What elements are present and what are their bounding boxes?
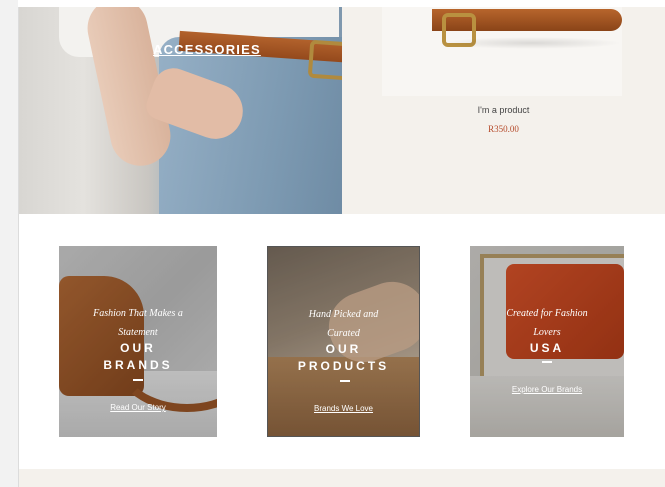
product-name[interactable]: I'm a product [342,105,665,115]
explore-our-brands-link[interactable]: Explore Our Brands [470,385,624,394]
tile-divider [133,379,143,381]
product-image[interactable] [382,7,622,96]
accessories-banner[interactable]: ACCESSORIES [19,7,342,214]
tile-heading: OUR [325,342,362,356]
accessories-link[interactable]: ACCESSORIES [153,42,261,57]
tile-heading: BRANDS [103,358,173,372]
tile-tagline: Created for Fashion [506,308,588,319]
left-gutter [0,0,19,487]
product-price: R350.00 [488,124,519,134]
tile-heading: PRODUCTS [297,359,390,373]
tile-divider [542,361,552,363]
tile-heading: USA [529,341,565,355]
tile-tagline: Fashion That Makes a [93,308,183,319]
brands-we-love-link[interactable]: Brands We Love [268,404,419,413]
product-card[interactable]: I'm a product R350.00 [342,7,665,214]
our-brands-tile[interactable]: Fashion That Makes a Statement OUR BRAND… [59,246,217,437]
tile-heading: OUR [120,341,156,355]
footer-band [19,469,665,487]
read-our-story-link[interactable]: Read Our Story [59,403,217,412]
tile-tagline: Hand Picked and [308,309,379,320]
usa-tile[interactable]: Created for Fashion Lovers USA Explore O… [470,246,624,437]
top-gap [18,0,665,7]
our-products-tile[interactable]: Hand Picked and Curated OUR PRODUCTS Bra… [267,246,420,437]
hero-photo-buckle [307,39,342,81]
product-shadow [442,37,622,49]
tile-divider [340,380,350,382]
